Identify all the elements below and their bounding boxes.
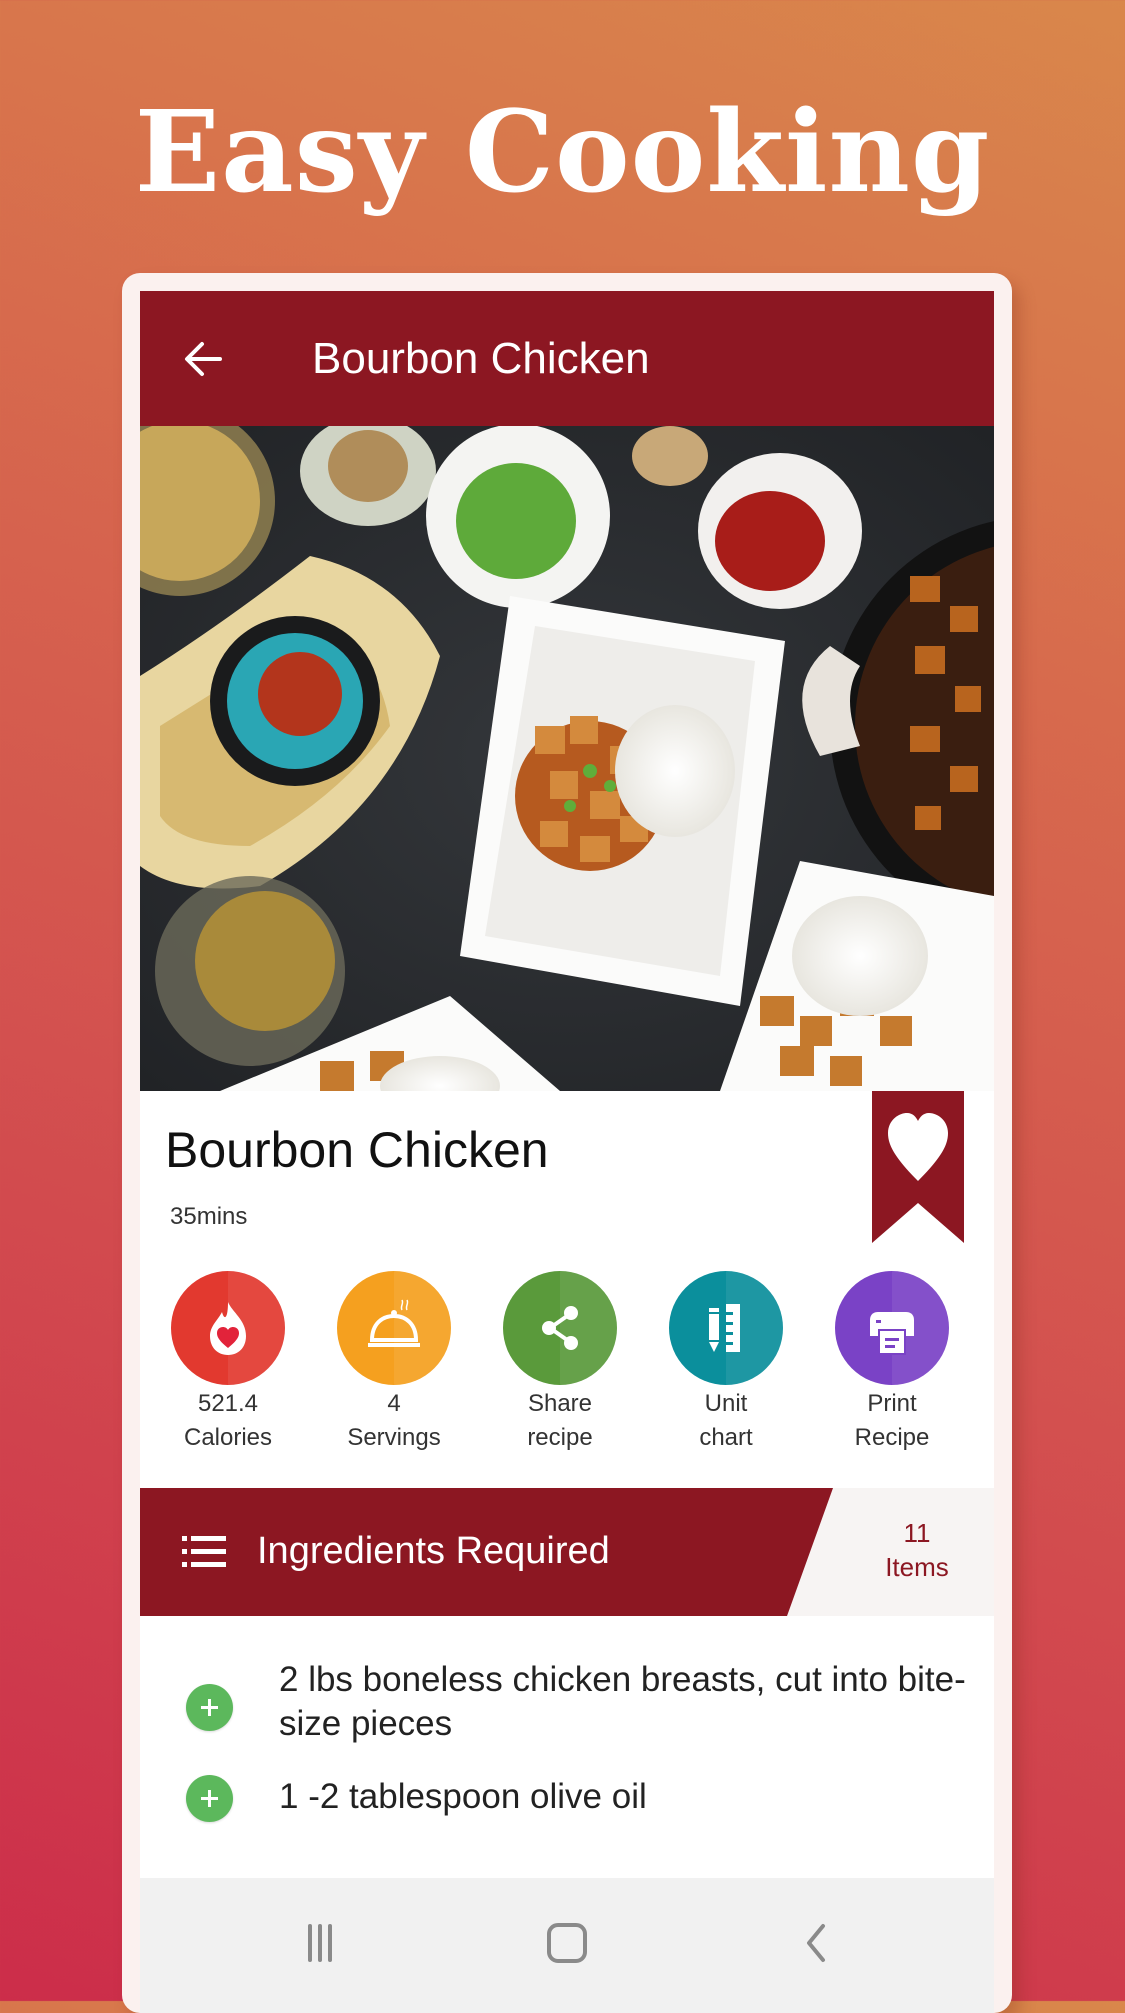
calories-label: Calories — [183, 1424, 273, 1451]
servings-value: 4 — [387, 1390, 401, 1417]
recipe-cook-time: 35mins — [170, 1203, 248, 1230]
favorite-button[interactable] — [872, 1091, 964, 1243]
servings-badge — [337, 1271, 451, 1385]
recents-button[interactable] — [290, 1918, 350, 1968]
print-label-line1: Print — [867, 1390, 917, 1417]
app-bar-title: Bourbon Chicken — [312, 334, 650, 383]
app-bar: Bourbon Chicken — [140, 291, 994, 426]
recipe-title-area: Bourbon Chicken 35mins — [140, 1091, 994, 1243]
printer-icon — [870, 1312, 914, 1355]
share-recipe-button[interactable]: Share recipe — [477, 1271, 643, 1455]
home-icon — [547, 1923, 587, 1963]
servings-button[interactable]: 4 Servings — [311, 1271, 477, 1455]
ingredient-text: 2 lbs boneless chicken breasts, cut into… — [279, 1660, 966, 1743]
recipe-title: Bourbon Chicken — [165, 1122, 549, 1178]
ingredients-header: Ingredients Required 11 Items — [140, 1488, 994, 1616]
back-button[interactable] — [180, 336, 226, 382]
unit-chart-button[interactable]: Unit chart — [643, 1271, 809, 1455]
ingredients-count-number: 11 — [903, 1518, 931, 1548]
ingredients-title: Ingredients Required — [257, 1530, 610, 1572]
list-icon — [182, 1536, 226, 1567]
calorie-flame-heart-icon — [210, 1302, 246, 1355]
food-photo — [140, 426, 994, 1091]
recents-icon — [308, 1924, 332, 1962]
back-icon — [807, 1924, 825, 1962]
home-button[interactable] — [537, 1918, 597, 1968]
print-recipe-button[interactable]: Print Recipe — [809, 1271, 975, 1455]
recipe-hero-image — [140, 426, 994, 1091]
calories-value: 521.4 — [197, 1390, 259, 1417]
arrow-left-icon — [185, 342, 222, 376]
add-ingredient-button[interactable] — [186, 1775, 233, 1822]
ingredients-count-label: Items — [885, 1552, 949, 1582]
system-back-button[interactable] — [785, 1918, 845, 1968]
ingredients-count: 11 Items — [840, 1516, 994, 1584]
heart-bookmark-icon — [872, 1091, 964, 1243]
unit-chart-badge — [669, 1271, 783, 1385]
print-badge — [835, 1271, 949, 1385]
share-label-line2: recipe — [527, 1424, 593, 1451]
serving-cloche-icon — [368, 1299, 420, 1347]
share-label-line1: Share — [527, 1390, 593, 1417]
servings-label: Servings — [347, 1424, 441, 1451]
calories-button[interactable]: 521.4 Calories — [145, 1271, 311, 1455]
share-badge — [503, 1271, 617, 1385]
promo-headline: Easy Cooking — [134, 87, 991, 218]
unit-chart-label-line2: chart — [699, 1424, 753, 1451]
app-screen: Bourbon Chicken Bourbon Chicken 35mins 5… — [140, 291, 994, 2013]
add-ingredient-button[interactable] — [186, 1684, 233, 1731]
phone-frame: Bourbon Chicken Bourbon Chicken 35mins 5… — [122, 273, 1012, 2013]
calories-badge — [171, 1271, 285, 1385]
system-navigation-bar — [140, 1878, 994, 2013]
unit-chart-label-line1: Unit — [704, 1390, 748, 1417]
recipe-actions: 521.4 Calories 4 Servings Share recipe U… — [140, 1271, 994, 1471]
share-icon — [542, 1306, 578, 1350]
ingredient-text: 1 -2 tablespoon olive oil — [279, 1777, 647, 1816]
ruler-pencil-icon — [709, 1304, 740, 1352]
print-label-line2: Recipe — [854, 1424, 930, 1451]
